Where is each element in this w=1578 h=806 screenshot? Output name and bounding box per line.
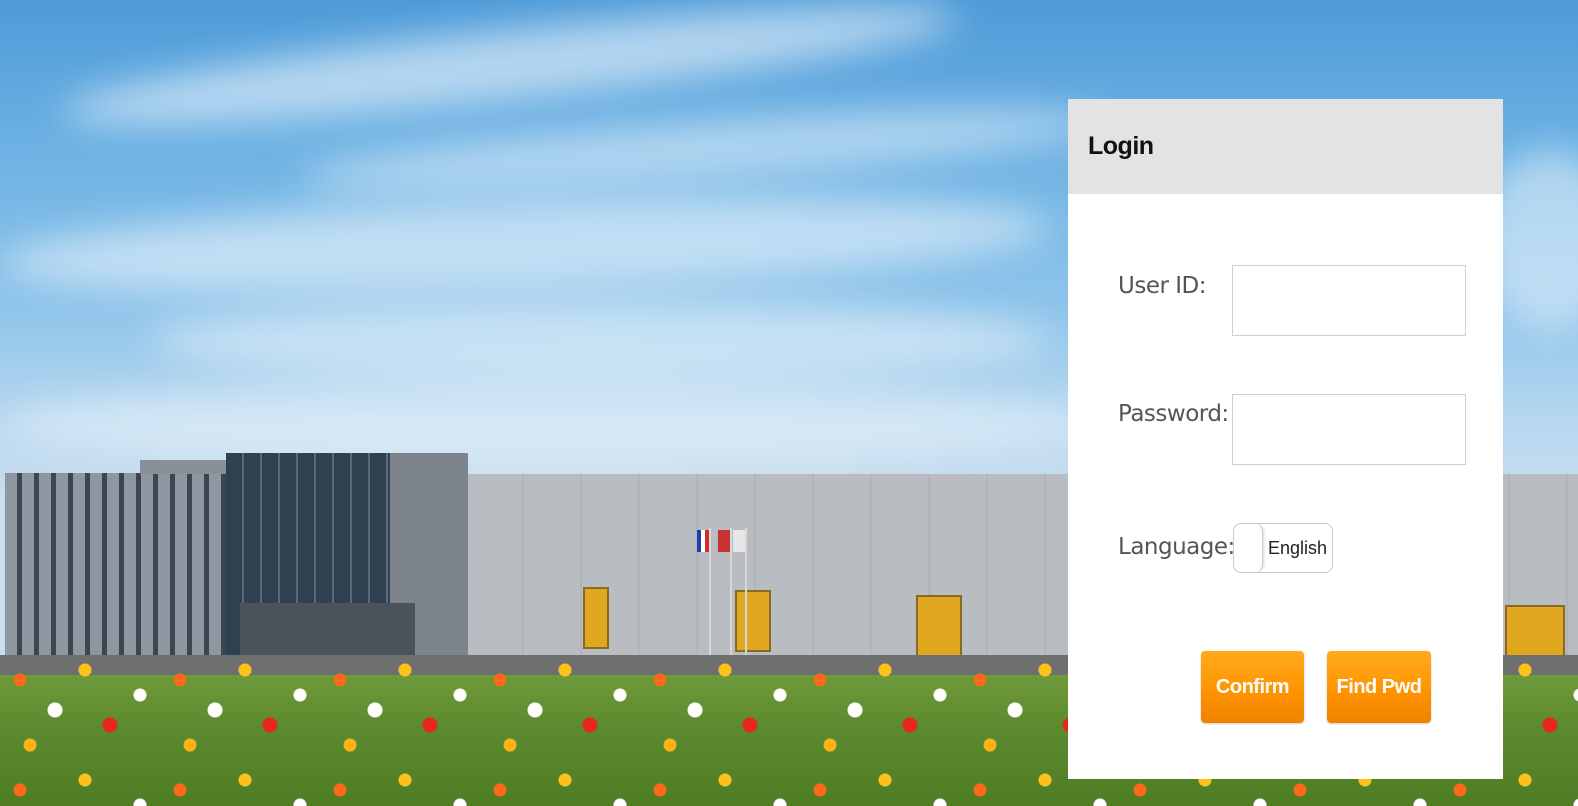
user-id-label: User ID: <box>1118 273 1206 299</box>
login-panel: Login User ID: Password: Language: Engli… <box>1068 99 1503 779</box>
login-title: Login <box>1088 132 1154 160</box>
flag <box>733 530 745 552</box>
cloud <box>0 380 1100 470</box>
find-pwd-button[interactable]: Find Pwd <box>1327 651 1431 723</box>
cloud <box>298 92 1102 208</box>
flag-pole <box>730 528 732 658</box>
language-value: English <box>1267 537 1328 558</box>
user-id-input[interactable] <box>1232 265 1466 336</box>
cloud <box>0 181 1052 309</box>
office-building <box>5 473 245 658</box>
language-toggle[interactable]: English <box>1233 523 1333 573</box>
flag <box>718 530 730 552</box>
confirm-button[interactable]: Confirm <box>1201 651 1304 723</box>
login-header: Login <box>1068 99 1503 194</box>
cloud <box>150 300 1050 380</box>
office-roof <box>140 460 240 474</box>
loading-door <box>735 590 771 652</box>
flag <box>697 530 709 552</box>
toggle-knob[interactable] <box>1234 524 1263 572</box>
flag-pole <box>709 528 711 658</box>
flag-pole <box>745 528 747 658</box>
loading-door <box>583 587 609 649</box>
password-label: Password: <box>1118 401 1229 427</box>
password-input[interactable] <box>1232 394 1466 465</box>
login-page: Login User ID: Password: Language: Engli… <box>0 0 1578 806</box>
language-label: Language: <box>1118 534 1235 560</box>
loading-door <box>916 595 962 657</box>
